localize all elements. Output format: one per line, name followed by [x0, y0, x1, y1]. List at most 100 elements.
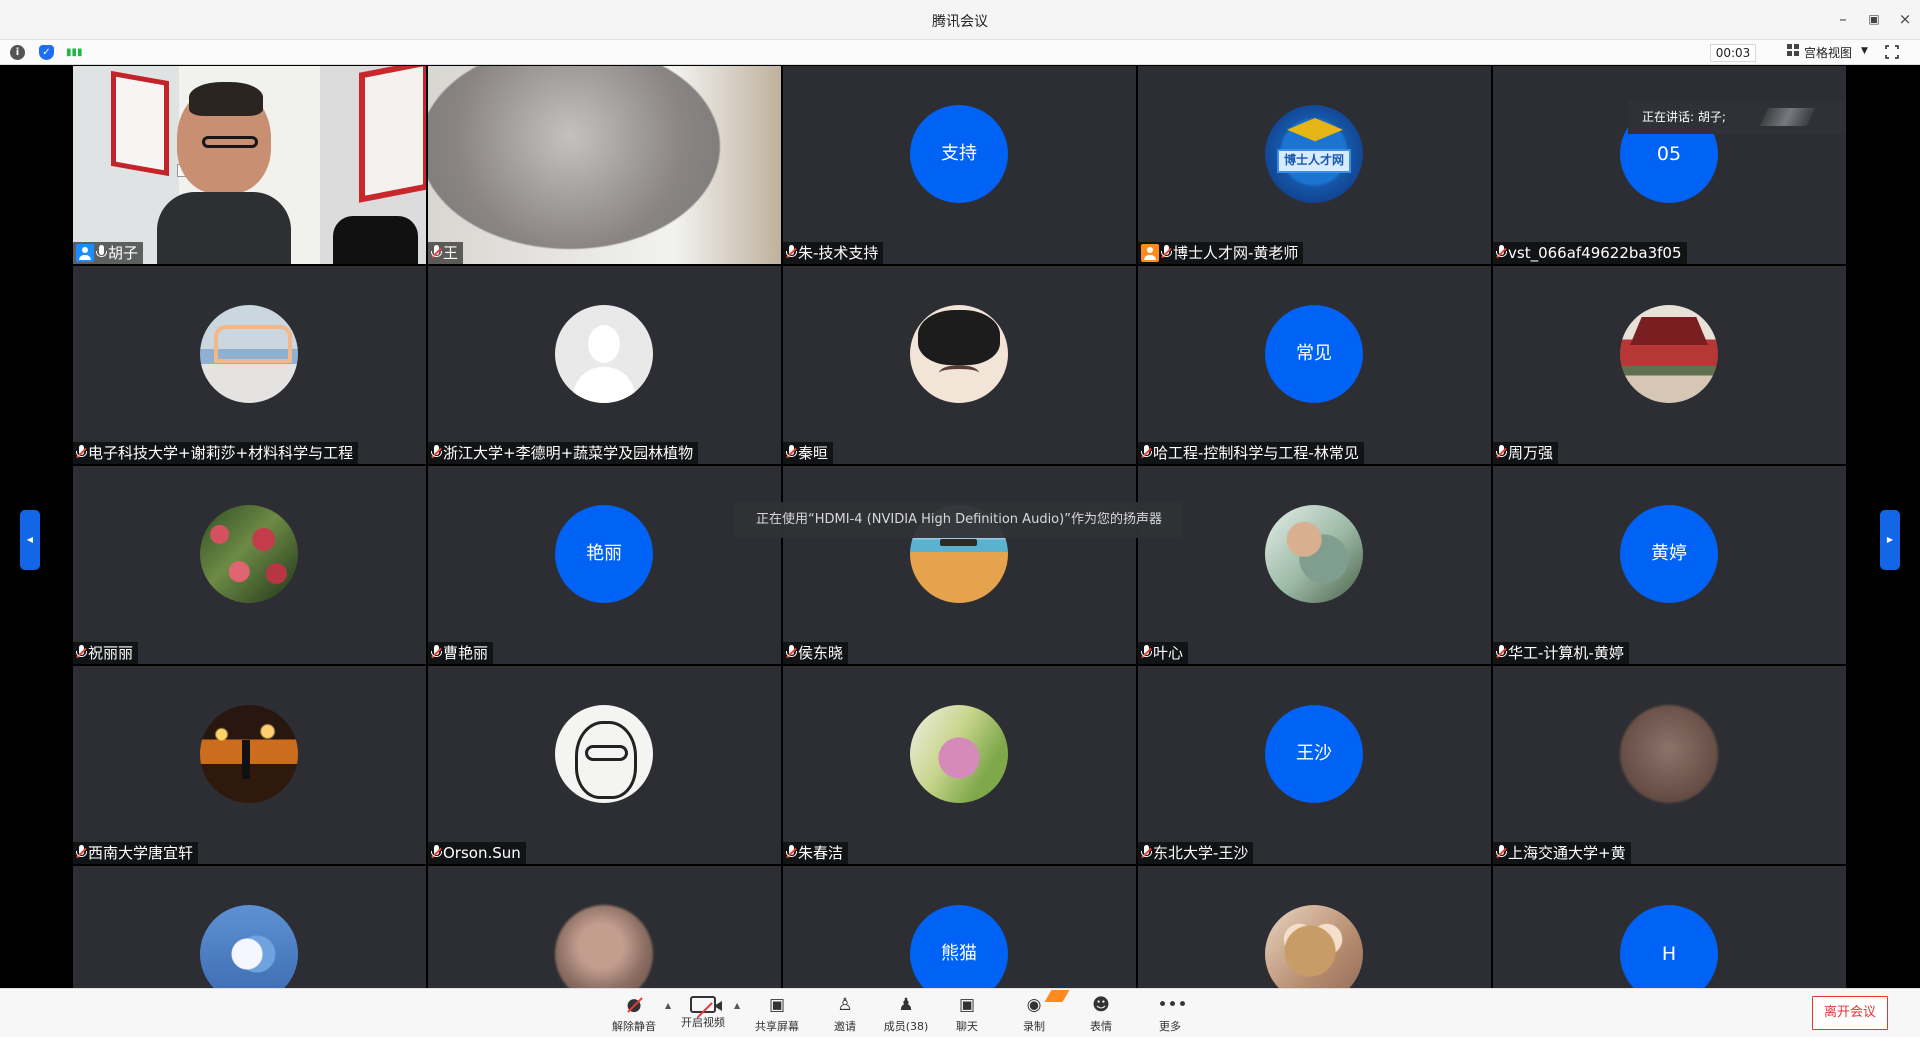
chevron-down-icon: ▼	[1861, 46, 1868, 56]
speaker-status-graphic	[1759, 108, 1816, 126]
muted-microphone-icon	[1496, 445, 1507, 460]
start-video-button[interactable]: 开启视频	[671, 993, 735, 1036]
restore-icon[interactable]: ▣	[1861, 8, 1887, 30]
participant-name-text: Orson.Sun	[443, 844, 521, 862]
participant-tile[interactable]: 朱春洁	[783, 666, 1136, 864]
grid-icon	[1787, 44, 1799, 56]
video-options-chevron-icon[interactable]: ▲	[734, 1001, 740, 1010]
record-icon: ◉	[1026, 995, 1042, 1015]
camera-off-icon	[690, 996, 722, 1013]
more-button[interactable]: ••• 更多	[1138, 993, 1202, 1036]
close-icon[interactable]: ×	[1892, 8, 1918, 30]
participant-avatar	[555, 905, 653, 988]
meeting-stage: 胡子 王 支持 朱-技术支持 博士人才网 博士人才网-黄老师 05 正在讲话: …	[0, 66, 1920, 988]
participant-tile[interactable]: 熊猫	[783, 866, 1136, 988]
participant-tile[interactable]: 05 正在讲话: 胡子; vst_066af49622ba3f05	[1493, 66, 1846, 264]
participant-tile[interactable]: 电子科技大学+谢莉莎+材料科学与工程	[73, 266, 426, 464]
smile-icon: ☻	[1092, 995, 1110, 1015]
participant-name: 电子科技大学+谢莉莎+材料科学与工程	[73, 442, 359, 464]
meeting-timer: 00:03	[1710, 44, 1756, 62]
participant-tile[interactable]: 上海交通大学+黄	[1493, 666, 1846, 864]
participant-name-text: 博士人才网-黄老师	[1173, 244, 1299, 262]
muted-microphone-icon	[76, 845, 87, 860]
participant-name-text: 哈工程-控制科学与工程-林常见	[1153, 444, 1359, 462]
muted-microphone-icon	[431, 445, 442, 460]
participant-tile[interactable]	[73, 866, 426, 988]
participant-avatar	[200, 905, 298, 988]
participant-tile[interactable]: 西南大学唐宜轩	[73, 666, 426, 864]
participant-name: Orson.Sun	[428, 842, 526, 864]
muted-microphone-icon	[1496, 245, 1507, 260]
participant-avatar: 黄婷	[1620, 505, 1718, 603]
participant-tile[interactable]: 叶心	[1138, 466, 1491, 664]
participant-tile[interactable]: H	[1493, 866, 1846, 988]
participant-avatar: 支持	[910, 105, 1008, 203]
participant-name-text: vst_066af49622ba3f05	[1508, 244, 1682, 262]
participant-name: 周万强	[1493, 442, 1559, 464]
participant-name-text: 王	[443, 244, 459, 262]
participant-avatar: 熊猫	[910, 905, 1008, 988]
participant-name-text: 电子科技大学+谢莉莎+材料科学与工程	[88, 444, 354, 462]
participant-avatar: 常见	[1265, 305, 1363, 403]
participant-name: 西南大学唐宜轩	[73, 842, 199, 864]
participant-tile[interactable]	[428, 866, 781, 988]
participant-tile[interactable]: 支持 朱-技术支持	[783, 66, 1136, 264]
gallery-view-button[interactable]: 宫格视图 ▼	[1778, 43, 1870, 63]
bottom-toolbar: ● 解除静音 ▲ 开启视频 ▲ ▣ 共享屏幕 ♙ 邀请 ♟ 成员(38) ▣ 聊…	[0, 988, 1920, 1037]
participant-tile[interactable]: Orson.Sun	[428, 666, 781, 864]
reactions-button[interactable]: ☻ 表情	[1069, 993, 1133, 1036]
participant-avatar	[200, 305, 298, 403]
next-page-button[interactable]: ▶	[1880, 510, 1900, 570]
participant-name-text: 上海交通大学+黄	[1508, 844, 1626, 862]
unmute-button[interactable]: ● 解除静音	[602, 993, 666, 1036]
muted-microphone-icon	[1161, 245, 1172, 260]
participant-avatar	[1620, 705, 1718, 803]
participant-tile[interactable]: 祝丽丽	[73, 466, 426, 664]
participant-avatar	[910, 705, 1008, 803]
participant-name: 侯东晓	[783, 642, 849, 664]
minimize-icon[interactable]: –	[1830, 8, 1856, 30]
signal-icon[interactable]: ▮▮▮	[66, 45, 83, 60]
muted-microphone-icon	[1141, 645, 1152, 660]
participant-tile[interactable]: 黄婷 华工-计算机-黄婷	[1493, 466, 1846, 664]
start-video-label: 开启视频	[681, 1016, 725, 1029]
participant-tile[interactable]: 王沙 东北大学-王沙	[1138, 666, 1491, 864]
members-label: 成员(38)	[883, 1020, 929, 1033]
wall-board-left	[111, 70, 169, 177]
participant-avatar	[910, 305, 1008, 403]
previous-page-button[interactable]: ◀	[20, 510, 40, 570]
participant-tile[interactable]: 博士人才网 博士人才网-黄老师	[1138, 66, 1491, 264]
muted-microphone-icon	[431, 645, 442, 660]
chat-button[interactable]: ▣ 聊天	[935, 993, 999, 1036]
participant-name: 祝丽丽	[73, 642, 139, 664]
share-screen-button[interactable]: ▣ 共享屏幕	[745, 993, 809, 1036]
shield-icon[interactable]: ✓	[39, 45, 54, 60]
invite-button[interactable]: ♙ 邀请	[813, 993, 877, 1036]
info-icon[interactable]: i	[10, 45, 25, 60]
participant-video	[73, 66, 426, 264]
participant-tile[interactable]: 王	[428, 66, 781, 264]
participant-name: 叶心	[1138, 642, 1189, 664]
participant-tile[interactable]: 侯东晓	[783, 466, 1136, 664]
participant-tile[interactable]: 浙江大学+李德明+蔬菜学及园林植物	[428, 266, 781, 464]
participant-tile[interactable]: 秦晅	[783, 266, 1136, 464]
reactions-label: 表情	[1090, 1020, 1112, 1033]
participant-avatar	[200, 705, 298, 803]
microphone-icon	[96, 245, 107, 260]
participant-tile[interactable]: 艳丽 曹艳丽	[428, 466, 781, 664]
participant-name-text: 胡子	[108, 244, 139, 262]
participant-hair	[189, 82, 263, 116]
participant-name: vst_066af49622ba3f05	[1493, 242, 1687, 264]
gallery-view-label: 宫格视图	[1804, 46, 1853, 60]
participant-avatar	[200, 505, 298, 603]
participant-tile[interactable]	[1138, 866, 1491, 988]
participant-name-text: 叶心	[1153, 644, 1184, 662]
fullscreen-icon[interactable]	[1884, 44, 1900, 60]
participant-name-text: 祝丽丽	[88, 644, 134, 662]
members-button[interactable]: ♟ 成员(38)	[874, 993, 938, 1036]
participant-tile[interactable]: 胡子	[73, 66, 426, 264]
leave-meeting-button[interactable]: 离开会议	[1812, 996, 1888, 1030]
muted-microphone-icon	[76, 445, 87, 460]
participant-tile[interactable]: 常见 哈工程-控制科学与工程-林常见	[1138, 266, 1491, 464]
participant-tile[interactable]: 周万强	[1493, 266, 1846, 464]
